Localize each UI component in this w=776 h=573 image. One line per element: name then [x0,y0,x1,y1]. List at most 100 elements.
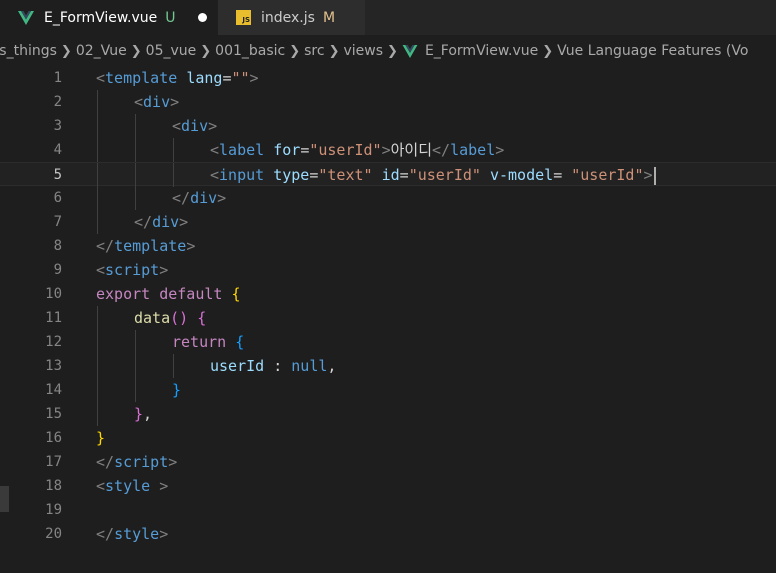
token: "text" [318,166,373,184]
token: > [208,117,218,135]
token: template [105,69,178,87]
indent-guide [173,138,174,162]
breadcrumb-item-symbol[interactable]: Vue Language Features (Vo [557,43,748,59]
token: "userId" [408,166,481,184]
indent-guide [135,138,136,162]
code-text: </div> [172,186,226,210]
breadcrumb-item-file[interactable]: E_FormView.vue [425,43,538,59]
token: style [114,525,160,543]
code-line-current[interactable]: 5 <input type="text" id="userId" v-model… [0,162,776,187]
code-line[interactable]: 19 [0,498,776,522]
line-number: 18 [45,478,62,494]
breadcrumb-item[interactable]: ss_things [0,43,57,59]
code-text: <div> [134,90,179,114]
indent-guide [173,354,174,378]
code-line[interactable]: 8 </template> [0,234,776,258]
code-line[interactable]: 16 } [0,426,776,450]
code-text: </div> [134,210,188,234]
unsaved-changes-dot-icon[interactable] [197,13,207,22]
token: userId [210,357,265,375]
tab-label: index.js [261,9,315,26]
breadcrumb: ss_things ❯ 02_Vue ❯ 05_vue ❯ 001_basic … [0,40,776,62]
chevron-right-icon: ❯ [200,43,212,59]
line-number: 2 [53,94,62,110]
code-text: <template lang=""> [96,66,259,90]
token: < [96,477,106,495]
code-line[interactable]: 20 </style> [0,522,776,546]
tab-index-js[interactable]: JS index.js M [218,0,366,35]
code-text: </template> [96,234,195,258]
token: script [105,261,160,279]
token: } [134,405,144,423]
indent-guide [97,138,98,162]
token: for [273,141,301,159]
code-text: userId : null, [210,354,336,378]
code-text: </script> [96,450,177,474]
breadcrumb-item[interactable]: views [344,43,384,59]
line-number: 16 [45,430,62,446]
indent-guide [135,163,136,187]
token: } [172,381,182,399]
token: "" [231,69,250,87]
code-line[interactable]: 14 } [0,378,776,402]
code-line[interactable]: 3 <div> [0,114,776,138]
token: > [159,525,169,543]
git-status-modified-badge: M [322,9,336,26]
token: label [450,141,496,159]
breadcrumb-item[interactable]: 05_vue [146,43,197,59]
code-text: return { [172,330,244,354]
indent-guide [97,402,98,426]
indent-guide [97,163,98,187]
git-status-untracked-badge: U [165,9,176,26]
code-line[interactable]: 9 <script> [0,258,776,282]
token: } [96,429,106,447]
js-file-icon: JS [236,10,251,25]
token: div [181,117,209,135]
code-text: </style> [96,522,168,546]
code-line[interactable]: 18 <style > [0,474,776,498]
code-line[interactable]: 1 <template lang=""> [0,66,776,90]
token: > [170,93,180,111]
tab-e-formview-vue[interactable]: E_FormView.vue U [0,0,218,35]
indent-guide [97,210,98,234]
code-line[interactable]: 17 </script> [0,450,776,474]
token: input [219,166,265,184]
line-number: 12 [45,334,62,350]
line-number: 15 [45,406,62,422]
indent-guide [97,354,98,378]
text-cursor [653,166,656,185]
chevron-right-icon: ❯ [130,43,142,59]
code-line[interactable]: 11 data() { [0,306,776,330]
code-text: <input type="text" id="userId" v-model= … [210,163,656,187]
code-editor[interactable]: 1 <template lang=""> 2 <div> 3 <div> 4 <… [0,66,776,573]
code-line[interactable]: 12 return { [0,330,776,354]
code-text: data() { [134,306,206,330]
code-line[interactable]: 10 export default { [0,282,776,306]
code-line[interactable]: 13 userId : null, [0,354,776,378]
code-line[interactable]: 2 <div> [0,90,776,114]
token: > [381,141,391,159]
line-number: 11 [45,310,62,326]
code-text: export default { [96,282,241,306]
indent-guide [97,378,98,402]
breadcrumb-item[interactable]: src [304,43,324,59]
indent-guide [97,306,98,330]
code-line[interactable]: 6 </div> [0,186,776,210]
token: < [96,69,106,87]
line-number: 4 [53,142,62,158]
code-line[interactable]: 4 <label for="userId">아이디</label> [0,138,776,162]
line-number: 3 [53,118,62,134]
code-line[interactable]: 15 }, [0,402,776,426]
token: > [150,477,169,495]
token: </ [432,141,451,159]
token: = [399,166,409,184]
code-line[interactable]: 7 </div> [0,210,776,234]
breadcrumb-item[interactable]: 02_Vue [76,43,127,59]
code-text: }, [134,402,152,426]
breadcrumb-item[interactable]: 001_basic [215,43,285,59]
chevron-right-icon: ❯ [387,43,398,59]
tab-label: E_FormView.vue [44,9,158,26]
token: export [96,285,151,303]
indent-guide [97,90,98,114]
